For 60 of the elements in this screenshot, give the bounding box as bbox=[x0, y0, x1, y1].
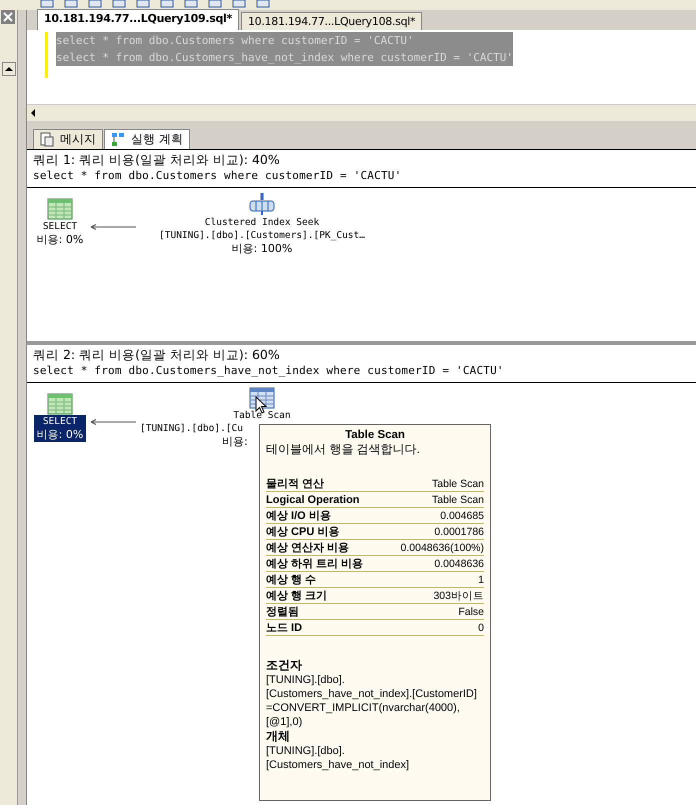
result-tab[interactable]: 메시지 bbox=[33, 129, 103, 149]
tooltip-title: Table Scan bbox=[344, 429, 406, 441]
property-value: 303바이트 bbox=[433, 589, 484, 603]
property-name: Logical Operation bbox=[266, 493, 360, 507]
index-seek-icon[interactable] bbox=[248, 192, 276, 216]
editor-tab[interactable]: 10.181.194.77...LQuery109.sql* bbox=[37, 9, 239, 30]
scroll-up-icon[interactable] bbox=[2, 62, 16, 76]
section-heading: 개체 bbox=[266, 729, 291, 744]
property-name: 정렬됨 bbox=[266, 605, 299, 619]
property-value: 0.0001786 bbox=[434, 525, 484, 539]
result-grid-icon[interactable] bbox=[47, 393, 73, 415]
section-text: [Customers_have_not_index].[CustomerID] bbox=[266, 687, 478, 701]
operator-detail: 비용: 0% bbox=[36, 428, 84, 441]
operator-detail: 비용: 0% bbox=[36, 233, 84, 246]
section-heading: 조건자 bbox=[266, 658, 303, 673]
property-name: 노드 ID bbox=[266, 621, 302, 635]
property-name: 예상 행 크기 bbox=[266, 589, 328, 603]
property-value: False bbox=[458, 605, 484, 619]
property-name: 예상 I/O 비용 bbox=[266, 509, 331, 523]
toolbar-icon[interactable] bbox=[256, 0, 270, 8]
property-value: 0.0048636(100%) bbox=[400, 541, 484, 555]
toolbar-icon[interactable] bbox=[232, 0, 246, 8]
operator-detail: 비용: bbox=[222, 435, 248, 448]
property-name: 예상 하위 트리 비용 bbox=[266, 557, 364, 571]
property-value: Table Scan bbox=[432, 477, 484, 491]
result-tab[interactable]: 실행 계획 bbox=[104, 129, 190, 149]
operator-detail: [TUNING].[dbo].[Customers].[PK_Cust… bbox=[159, 229, 365, 242]
operator-name: Clustered Index Seek bbox=[204, 217, 320, 229]
change-marker bbox=[45, 32, 48, 78]
property-name: 물리적 연산 bbox=[266, 477, 324, 491]
query-sql: select * from dbo.Customers where customerID = 'CACTU' bbox=[33, 168, 402, 184]
property-name: 예상 CPU 비용 bbox=[266, 525, 340, 539]
document-icon bbox=[40, 132, 54, 147]
property-name: 예상 행 수 bbox=[266, 573, 316, 587]
operator-name: SELECT bbox=[42, 221, 78, 233]
data-flow-arrow bbox=[89, 419, 137, 425]
query-cost-header: 쿼리 1: 쿼리 비용(일괄 처리와 비교): 40% bbox=[33, 152, 281, 168]
result-grid-icon[interactable] bbox=[47, 198, 73, 220]
tooltip-description: 테이블에서 행을 검색합니다. bbox=[266, 441, 422, 458]
section-text: [Customers_have_not_index] bbox=[266, 758, 410, 772]
property-value: 0.004685 bbox=[440, 509, 484, 523]
property-value: 1 bbox=[478, 573, 484, 587]
section-text: [TUNING].[dbo]. bbox=[266, 673, 346, 687]
section-text: =CONVERT_IMPLICIT(nvarchar(4000), bbox=[266, 701, 461, 715]
operator-detail: [TUNING].[dbo].[Cu bbox=[140, 422, 243, 435]
operator-name: Table Scan bbox=[233, 410, 291, 422]
data-flow-arrow bbox=[89, 224, 137, 230]
property-name: 예상 연산자 비용 bbox=[266, 541, 350, 555]
query-cost-header: 쿼리 2: 쿼리 비용(일괄 처리와 비교): 60% bbox=[33, 347, 281, 363]
plan-icon bbox=[111, 132, 125, 147]
query-sql: select * from dbo.Customers_have_not_index where customerID = 'CACTU' bbox=[33, 363, 505, 379]
close-icon[interactable] bbox=[1, 10, 15, 24]
section-text: [@1],0) bbox=[266, 715, 304, 729]
section-text: [TUNING].[dbo]. bbox=[266, 744, 346, 758]
operator-detail: 비용: 100% bbox=[232, 242, 292, 255]
operator-name: SELECT bbox=[42, 416, 78, 428]
property-value: 0.0048636 bbox=[434, 557, 484, 571]
property-value: Table Scan bbox=[432, 493, 484, 507]
property-value: 0 bbox=[478, 621, 484, 635]
editor-tab[interactable]: 10.181.194.77...LQuery108.sql* bbox=[240, 12, 422, 30]
